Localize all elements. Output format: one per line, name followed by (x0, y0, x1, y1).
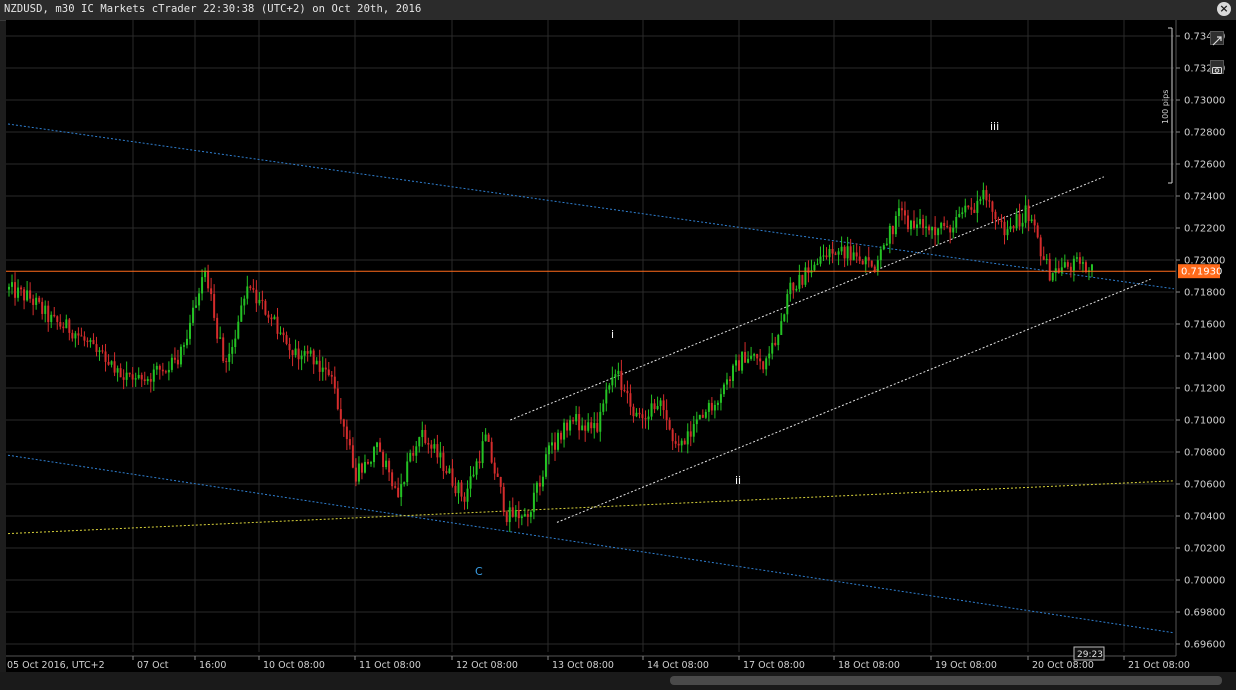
time-tick-label: 21 Oct 08:00 (1128, 660, 1190, 671)
countdown-label: 29:23 (1077, 650, 1103, 660)
time-tick-label: 10 Oct 08:00 (263, 660, 325, 671)
candle (783, 313, 786, 323)
price-tick-label: 0.70600 (1184, 480, 1225, 491)
time-tick-label: 11 Oct 08:00 (359, 660, 421, 671)
price-tick-label: 0.69600 (1184, 640, 1225, 651)
price-tick-label: 0.70200 (1184, 544, 1225, 555)
price-tick-label: 0.71400 (1184, 352, 1225, 363)
wave-label-2: i (611, 328, 614, 341)
candle (557, 429, 560, 452)
window-title: NZDUSD, m30 IC Markets cTrader 22:30:38 … (4, 3, 422, 15)
price-tick-label: 0.73000 (1184, 96, 1225, 107)
time-tick-label: 16:00 (199, 660, 226, 671)
price-tick-label: 0.70400 (1184, 512, 1225, 523)
price-tick-label: 0.71600 (1184, 320, 1225, 331)
time-tick-label: 12 Oct 08:00 (456, 660, 518, 671)
candle (264, 299, 267, 316)
time-tick-label: 19 Oct 08:00 (935, 660, 997, 671)
time-tick-label: 20 Oct 08:00 (1032, 660, 1094, 671)
time-tick-label: 07 Oct (137, 660, 169, 671)
chart-canvas[interactable]: iiiiiiC 0.734000.732000.730000.728000.72… (6, 20, 1236, 672)
price-tick-label: 0.72400 (1184, 192, 1225, 203)
time-tick-label: 13 Oct 08:00 (552, 660, 614, 671)
price-tick-label: 0.72800 (1184, 128, 1225, 139)
price-tick-label: 0.70800 (1184, 448, 1225, 459)
window-titlebar: NZDUSD, m30 IC Markets cTrader 22:30:38 … (0, 0, 1236, 21)
candle (741, 351, 744, 374)
horizontal-scrollbar[interactable] (670, 676, 1222, 685)
price-tick-label: 0.69800 (1184, 608, 1225, 619)
time-tick-label: 05 Oct 2016, UTC+2 (7, 660, 105, 671)
wave-label-1: iii (990, 120, 999, 133)
price-tick-label: 0.72600 (1184, 160, 1225, 171)
candle (179, 344, 182, 368)
price-tick-label: 0.71200 (1184, 384, 1225, 395)
current-price-tag: 0.71930 (1178, 264, 1222, 279)
price-tick-label: 0.72200 (1184, 224, 1225, 235)
price-tick-label: 0.70000 (1184, 576, 1225, 587)
camera-icon[interactable] (1210, 60, 1224, 74)
chart-background (6, 20, 1236, 672)
close-icon[interactable]: × (1217, 2, 1231, 16)
chart-area[interactable]: iii i ii C 0.73400 0.73200 0.73000 0.72800 0.72… (6, 20, 1236, 690)
time-tick-label: 17 Oct 08:00 (743, 660, 805, 671)
time-tick-label: 18 Oct 08:00 (838, 660, 900, 671)
wave-label-3: ii (735, 474, 741, 487)
current-price-label: 0.71930 (1181, 267, 1222, 278)
price-tick-label: 0.71000 (1184, 416, 1225, 427)
expand-icon[interactable] (1210, 31, 1224, 46)
candle (502, 482, 505, 516)
candle (222, 333, 225, 364)
pips-label: 100 pips (1161, 90, 1170, 124)
time-tick-label: 14 Oct 08:00 (647, 660, 709, 671)
price-tick-label: 0.71800 (1184, 288, 1225, 299)
wave-label-4: C (475, 565, 483, 578)
candle-countdown: 29:23 (1073, 646, 1105, 661)
candle (698, 414, 701, 420)
